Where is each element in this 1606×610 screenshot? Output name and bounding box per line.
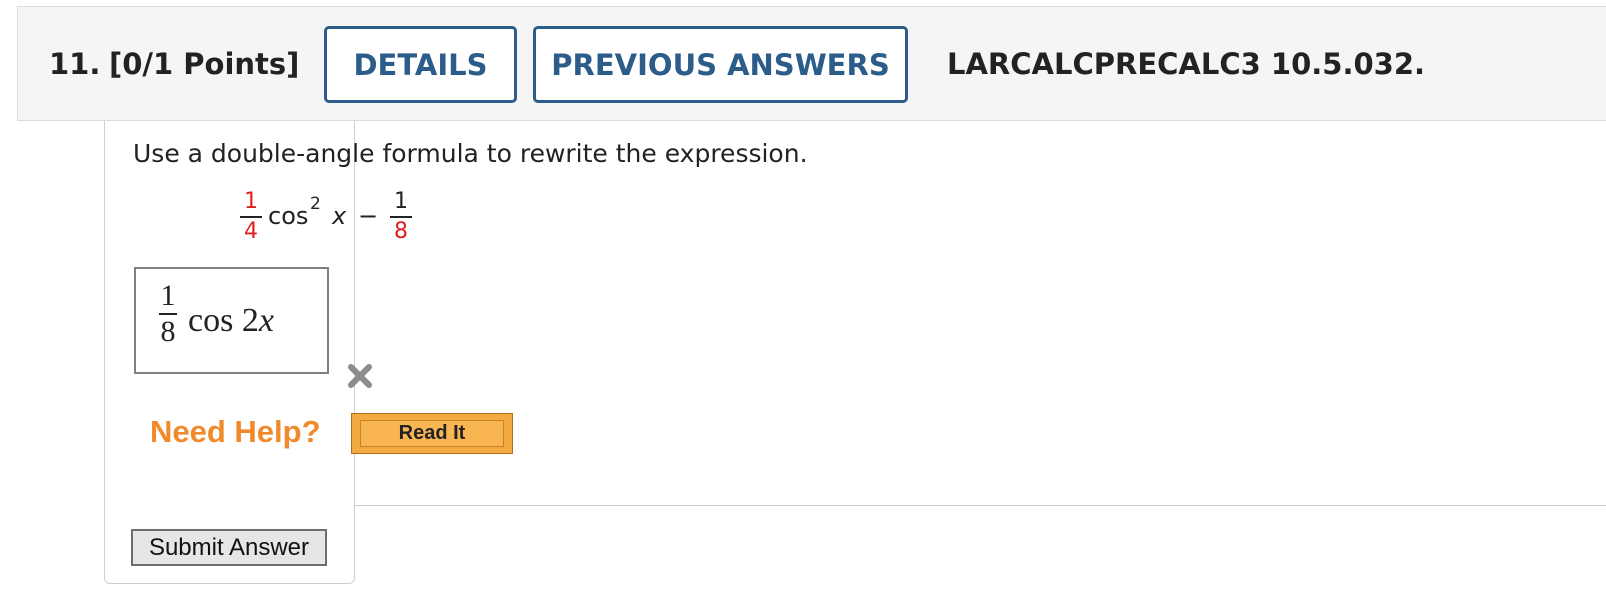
constant-denominator: 8 [394,219,408,244]
panel-divider [354,505,1606,506]
read-it-button[interactable]: Read It [351,413,513,454]
minus-operator: − [358,202,379,230]
cos-function: cos [268,202,309,230]
question-header: 11. [0/1 Points] DETAILS PREVIOUS ANSWER… [17,6,1606,121]
constant-numerator: 1 [394,189,408,214]
coefficient-denominator: 4 [244,219,258,244]
constant-fraction: 1 8 [390,190,412,244]
coefficient-numerator: 1 [244,189,258,214]
question-page: 11. [0/1 Points] DETAILS PREVIOUS ANSWER… [0,0,1606,610]
answer-fraction: 1 8 [159,281,177,347]
answer-argument-coef: 2 [241,302,259,339]
submit-answer-button[interactable]: Submit Answer [131,529,327,566]
answer-numerator: 1 [160,279,176,312]
expression-variable: x [332,202,347,230]
answer-expression: cos 2x [188,302,274,340]
question-prompt: Use a double-angle formula to rewrite th… [133,139,808,168]
incorrect-x-icon [348,364,372,388]
answer-input[interactable]: 1 8 cos 2x [134,267,329,374]
answer-function: cos [188,302,234,339]
previous-answers-button[interactable]: PREVIOUS ANSWERS [533,26,908,103]
need-help-label: Need Help? [150,414,321,449]
details-button[interactable]: DETAILS [324,26,517,103]
read-it-label: Read It [360,420,504,447]
cos-exponent: 2 [310,194,321,214]
coefficient-fraction: 1 4 [240,190,262,244]
question-points: [0/1 Points] [109,47,300,81]
question-reference: LARCALCPRECALC3 10.5.032. [947,47,1426,81]
question-number: 11. [49,47,101,81]
answer-argument-var: x [258,302,274,339]
answer-denominator: 8 [160,315,176,348]
